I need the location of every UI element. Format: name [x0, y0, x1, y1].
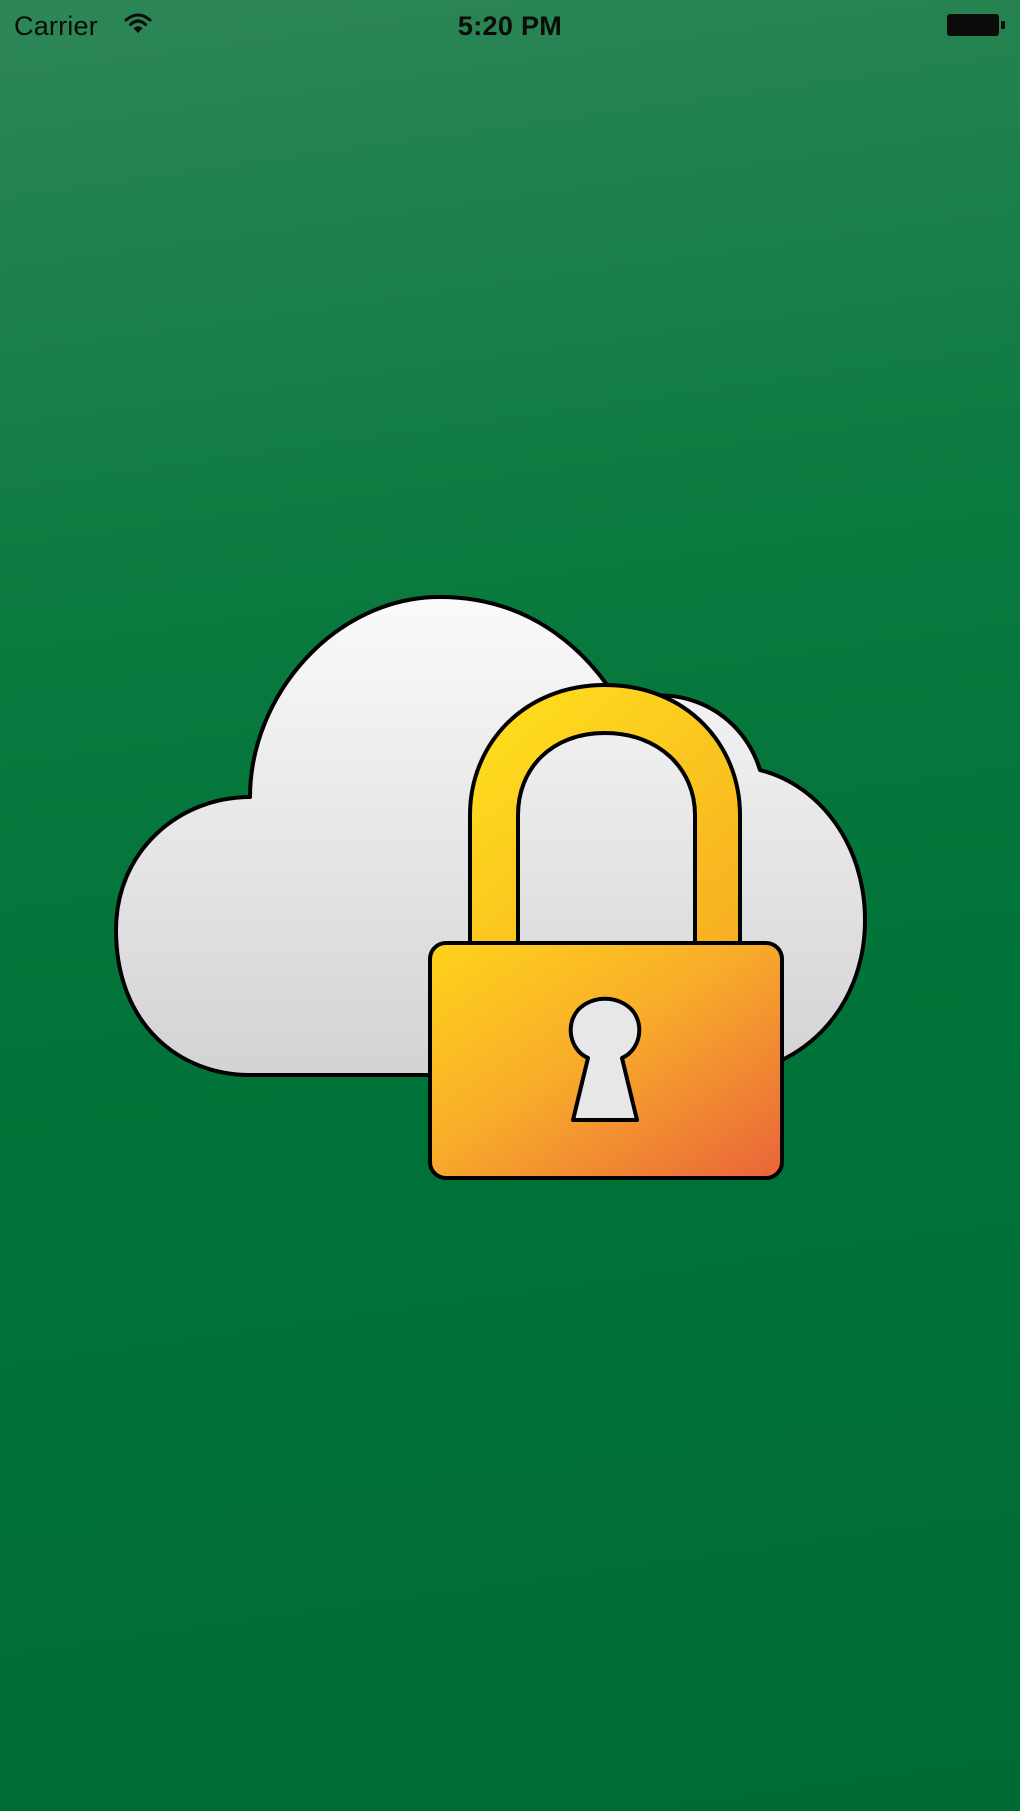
status-time: 5:20 PM [457, 11, 563, 41]
splash-screen: Carrier 5:20 PM [0, 0, 1020, 1811]
status-bar: Carrier 5:20 PM [0, 0, 1020, 52]
cloud-lock-illustration [114, 595, 867, 1180]
battery-icon [947, 14, 1005, 36]
